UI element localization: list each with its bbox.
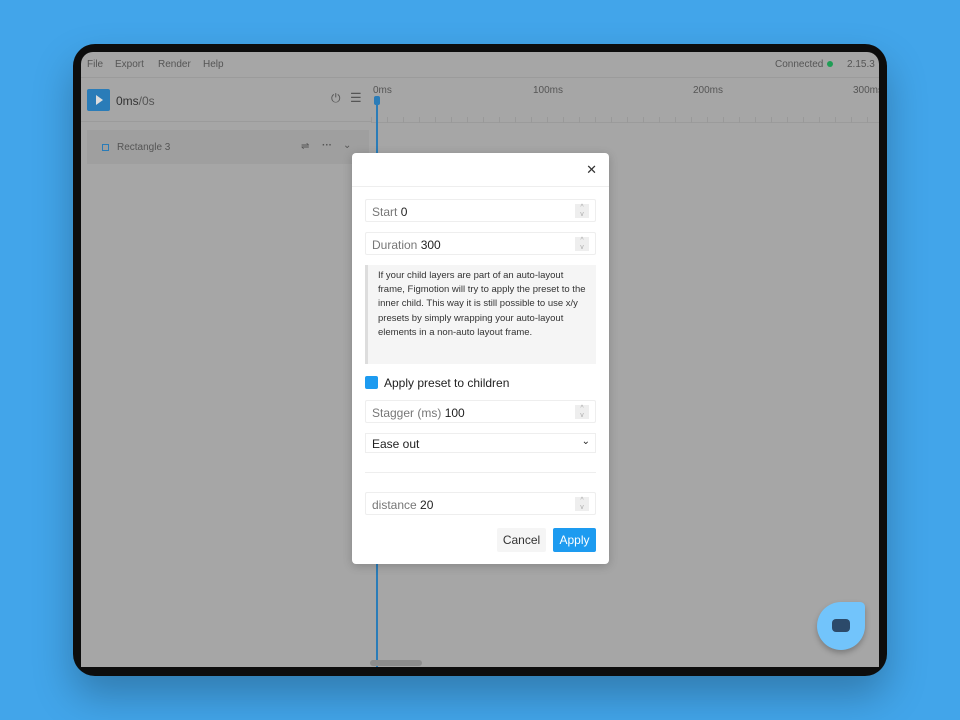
preset-dialog: ✕ Start 0 ^ v Duration 300 ^ v If your child… xyxy=(352,153,609,564)
cancel-button[interactable]: Cancel xyxy=(497,528,546,552)
menu-render[interactable]: Render xyxy=(158,59,191,70)
play-button[interactable] xyxy=(87,89,110,111)
chat-icon xyxy=(832,619,850,632)
apply-children-checkbox[interactable] xyxy=(365,376,378,389)
rectangle-icon xyxy=(102,144,109,151)
list-icon[interactable]: ☰ xyxy=(350,90,362,106)
menu-export[interactable]: Export xyxy=(115,59,144,70)
apply-button[interactable]: Apply xyxy=(553,528,596,552)
duration-input[interactable]: Duration 300 ^ v xyxy=(365,232,596,255)
stepper-icon[interactable]: ^ v xyxy=(575,237,589,251)
start-input[interactable]: Start 0 ^ v xyxy=(365,199,596,222)
menu-help[interactable]: Help xyxy=(203,59,224,70)
divider xyxy=(365,472,596,473)
chevron-down-icon: ⌄ xyxy=(581,436,590,447)
toolbar: 0ms/0s ⏻ ☰ xyxy=(81,79,371,122)
ruler-label: 200ms xyxy=(693,85,724,96)
stepper-icon[interactable]: ^ v xyxy=(575,204,589,218)
stepper-icon[interactable]: ^ v xyxy=(575,405,589,419)
loop-icon[interactable]: ⏻ xyxy=(331,91,341,106)
time-display: 0ms/0s xyxy=(116,94,155,108)
menu-bar: File Export Render Help Connected 2.15.3 xyxy=(81,52,879,78)
layer-name: Rectangle 3 xyxy=(117,142,171,153)
ruler-label: 0ms xyxy=(373,85,392,96)
close-icon[interactable]: ✕ xyxy=(586,162,597,178)
timeline-ruler[interactable]: 0ms 100ms 200ms 300ms xyxy=(371,79,879,123)
chevron-down-icon[interactable]: ⌄ xyxy=(343,140,351,151)
stepper-icon[interactable]: ^ v xyxy=(575,497,589,511)
easing-select[interactable]: Ease out ⌄ xyxy=(365,433,596,453)
layer-row[interactable]: Rectangle 3 ⇌ ··· ⌄ xyxy=(87,130,369,164)
ruler-label: 100ms xyxy=(533,85,564,96)
chat-button[interactable] xyxy=(817,602,865,650)
menu-file[interactable]: File xyxy=(87,59,103,70)
apply-children-label[interactable]: Apply preset to children xyxy=(384,376,509,390)
ruler-label: 300ms xyxy=(853,85,879,96)
status-dot-icon xyxy=(827,61,834,67)
version-label: 2.15.3 xyxy=(847,59,875,70)
connection-status: Connected xyxy=(775,59,834,70)
stagger-input[interactable]: Stagger (ms) 100 ^ v xyxy=(365,400,596,423)
sliders-icon[interactable]: ⇌ xyxy=(301,141,309,152)
more-icon[interactable]: ··· xyxy=(322,140,332,151)
distance-input[interactable]: distance 20 ^ v xyxy=(365,492,596,515)
ruler-ticks xyxy=(371,117,879,123)
horizontal-scrollbar[interactable] xyxy=(370,660,422,666)
info-note: If your child layers are part of an auto… xyxy=(365,265,596,364)
